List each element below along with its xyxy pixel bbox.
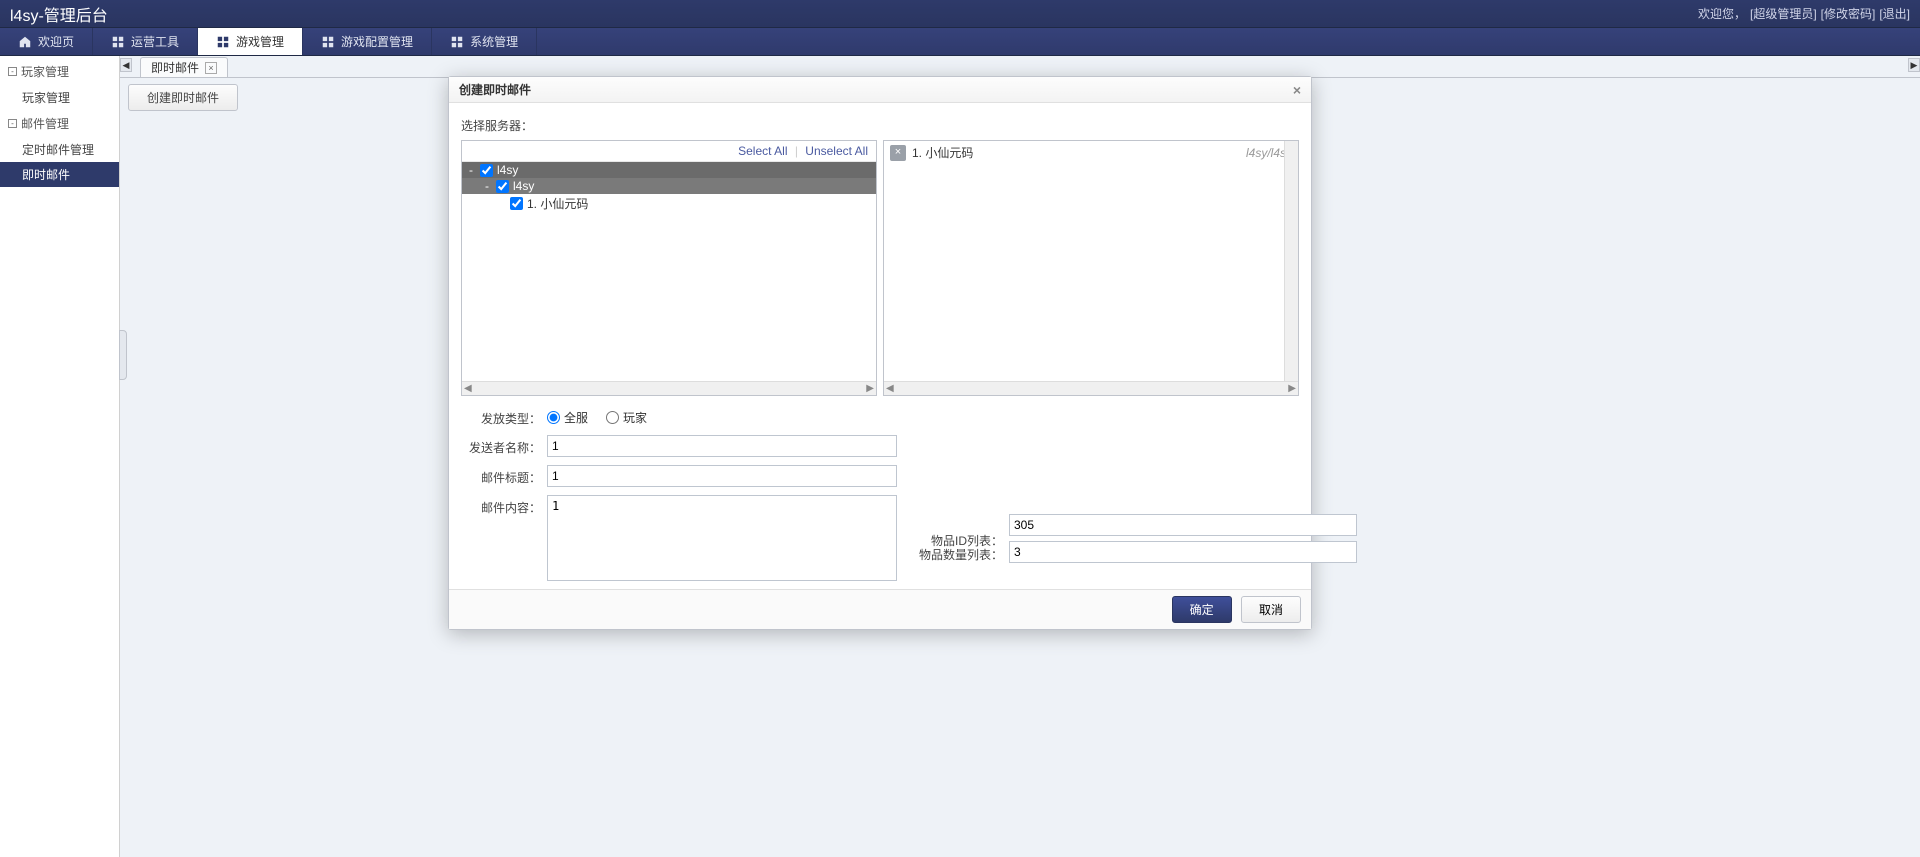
mail-content-input[interactable] [547,495,897,581]
nav-tab-config[interactable]: 游戏配置管理 [303,28,432,55]
change-password-link[interactable]: [修改密码] [1821,5,1876,22]
grid-icon [216,35,230,49]
mail-title-label: 邮件标题： [461,465,541,486]
nav-label: 运营工具 [131,33,179,50]
grid-icon [111,35,125,49]
server-tree-panel: Select All | Unselect All - l4sy - [461,140,877,396]
sidebar-collapse-handle[interactable] [119,330,127,380]
scrollbar-vertical[interactable] [1284,141,1298,381]
nav-tab-system[interactable]: 系统管理 [432,28,537,55]
scrollbar-horizontal[interactable]: ◀▶ [462,381,876,395]
nav-label: 欢迎页 [38,33,74,50]
create-mail-dialog: 创建即时邮件 × 选择服务器： Select All | Unselect Al… [448,76,1312,630]
sidebar-group-player[interactable]: - 玩家管理 [0,58,119,85]
header-right: 欢迎您， [超级管理员] [修改密码] [退出] [1698,5,1910,22]
sub-tab-label: 即时邮件 [151,59,199,76]
header-bar: l4sy-管理后台 欢迎您， [超级管理员] [修改密码] [退出] [0,0,1920,28]
nav-tab-welcome[interactable]: 欢迎页 [0,28,93,55]
home-icon [18,35,32,49]
content-label: 邮件内容： [461,495,541,516]
nav-label: 游戏管理 [236,33,284,50]
mail-title-input[interactable] [547,465,897,487]
nav-tab-game[interactable]: 游戏管理 [198,28,303,55]
tree-node-label: l4sy [513,179,534,193]
item-qty-input[interactable] [1009,541,1357,563]
welcome-text: 欢迎您， [1698,5,1746,22]
main-nav: 欢迎页 运营工具 游戏管理 游戏配置管理 系统管理 [0,28,1920,56]
tree-checkbox[interactable] [510,197,523,210]
collapse-icon[interactable]: - [8,119,17,128]
send-type-label: 发放类型： [461,406,541,427]
nav-label: 游戏配置管理 [341,33,413,50]
close-icon[interactable]: × [205,62,217,74]
tabs-scroll-left[interactable]: ◀ [120,58,132,72]
content-area: ◀ ▶ 即时邮件 × 创建即时邮件 创建即时邮件 × 选择服务器： Sel [120,56,1920,857]
unselect-all-link[interactable]: Unselect All [805,144,868,158]
dialog-header[interactable]: 创建即时邮件 × [449,77,1311,103]
tree-checkbox[interactable] [496,180,509,193]
sidebar-item-instant-mail[interactable]: 即时邮件 [0,162,119,187]
grid-icon [321,35,335,49]
nav-label: 系统管理 [470,33,518,50]
radio-all-server[interactable]: 全服 [547,409,588,426]
radio-player[interactable]: 玩家 [606,409,647,426]
create-instant-mail-button[interactable]: 创建即时邮件 [128,84,238,111]
tabs-scroll-right[interactable]: ▶ [1908,58,1920,72]
tree-node-label: 1. 小仙元码 [527,195,588,212]
sender-input[interactable] [547,435,897,457]
sidebar-group-label: 玩家管理 [21,63,69,80]
select-server-label: 选择服务器： [461,117,1299,134]
select-all-link[interactable]: Select All [738,144,787,158]
dialog-title: 创建即时邮件 [459,81,531,98]
item-id-input[interactable] [1009,514,1357,536]
tree-toggle-icon[interactable]: - [466,163,476,177]
sub-tab-bar: 即时邮件 × [120,56,1920,78]
app-title: l4sy-管理后台 [10,2,1698,26]
tree-toggle-icon[interactable]: - [482,179,492,193]
collapse-icon[interactable]: - [8,67,17,76]
sidebar-item-scheduled-mail[interactable]: 定时邮件管理 [0,137,119,162]
sender-label: 发送者名称： [461,435,541,456]
server-tree: - l4sy - l4sy 1. 小仙元码 [462,162,876,381]
selected-server-label: 1. 小仙元码 [912,144,973,161]
dialog-footer: 确定 取消 [449,589,1311,629]
tree-actions: Select All | Unselect All [462,141,876,162]
sub-tab-instant-mail[interactable]: 即时邮件 × [140,57,228,77]
close-icon[interactable]: × [1293,82,1301,98]
sidebar-group-mail[interactable]: - 邮件管理 [0,110,119,137]
tree-row-root[interactable]: - l4sy [462,162,876,178]
scrollbar-horizontal[interactable]: ◀▶ [884,381,1298,395]
cancel-button[interactable]: 取消 [1241,596,1301,623]
selected-server-row: × 1. 小仙元码 l4sy/l4sy [884,141,1298,164]
item-qty-label: 物品数量列表： [909,542,1003,563]
tree-row-child[interactable]: - l4sy [462,178,876,194]
user-role-link[interactable]: [超级管理员] [1750,5,1817,22]
tree-row-leaf[interactable]: 1. 小仙元码 [462,194,876,213]
sidebar-group-label: 邮件管理 [21,115,69,132]
nav-tab-ops[interactable]: 运营工具 [93,28,198,55]
sidebar: - 玩家管理 玩家管理 - 邮件管理 定时邮件管理 即时邮件 [0,56,120,857]
remove-icon[interactable]: × [890,145,906,161]
ok-button[interactable]: 确定 [1172,596,1232,623]
logout-link[interactable]: [退出] [1879,5,1910,22]
selected-servers-panel: × 1. 小仙元码 l4sy/l4sy ◀▶ [883,140,1299,396]
sidebar-item-player-mgmt[interactable]: 玩家管理 [0,85,119,110]
tree-checkbox[interactable] [480,164,493,177]
tree-node-label: l4sy [497,163,518,177]
grid-icon [450,35,464,49]
